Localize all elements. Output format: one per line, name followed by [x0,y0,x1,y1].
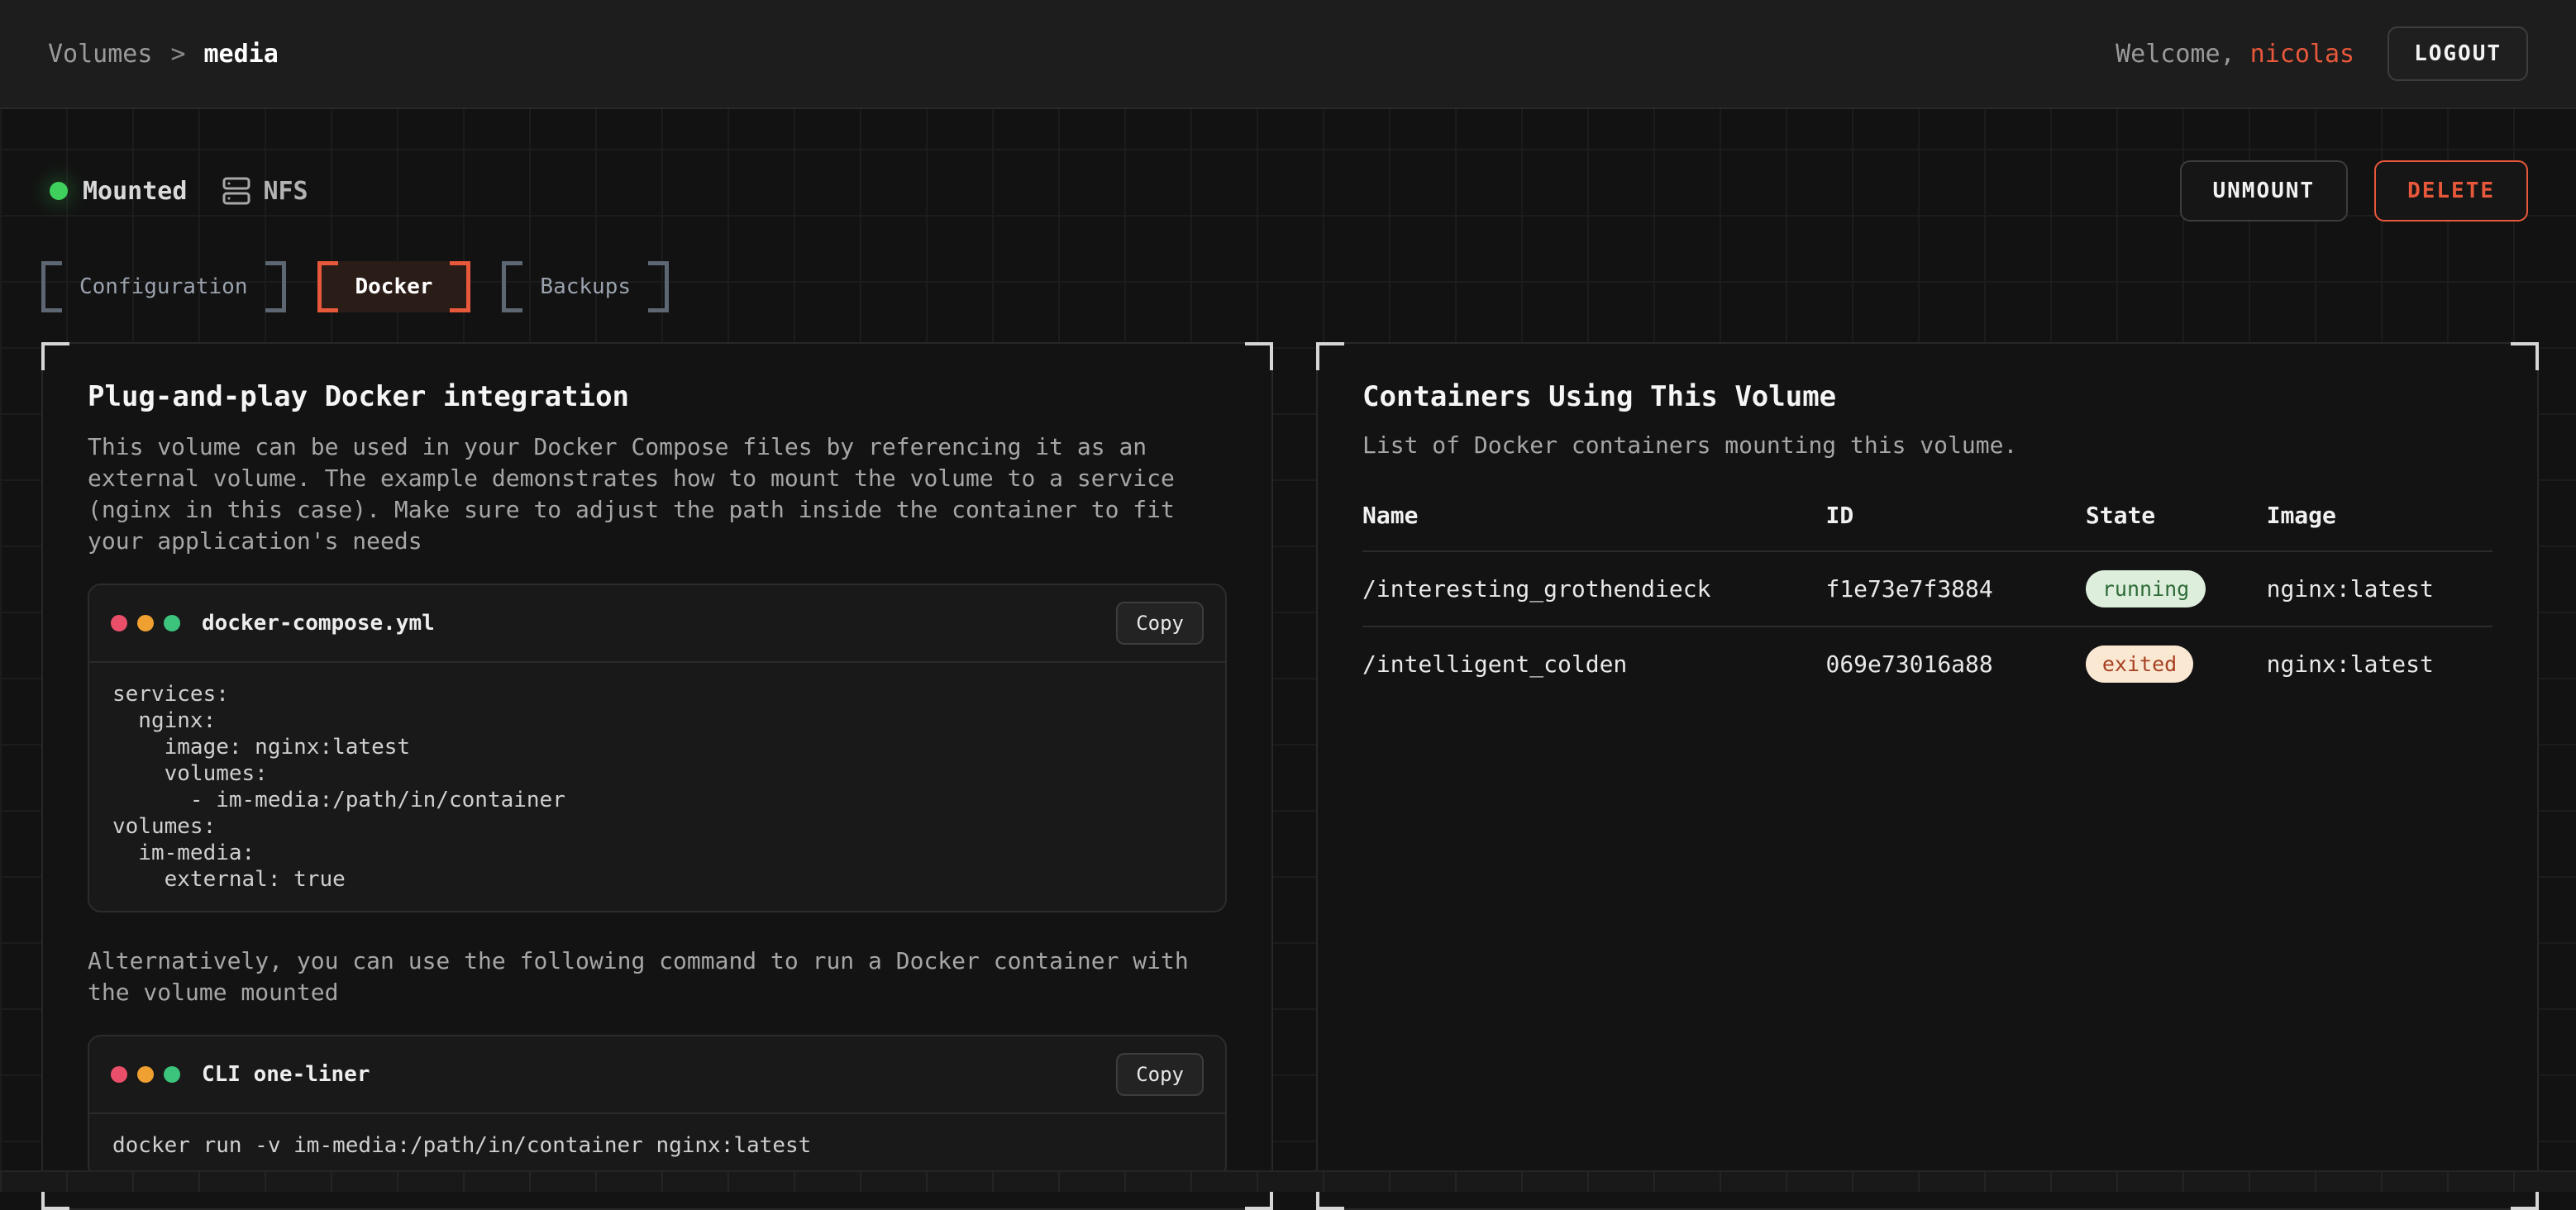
username: nicolas [2250,40,2354,69]
docker-integration-panel: Plug-and-play Docker integration This vo… [41,342,1273,1210]
welcome-text: Welcome, nicolas [2116,40,2354,69]
top-bar-right: Welcome, nicolas LOGOUT [2116,26,2528,81]
compose-code-header: docker-compose.yml Copy [89,585,1225,663]
code-line: services: [112,681,1202,707]
table-header-row: Name ID State Image [1362,502,2493,551]
cli-title: CLI one-liner [202,1062,1116,1087]
delete-button[interactable]: DELETE [2374,160,2528,222]
cli-code-body: docker run -v im-media:/path/in/containe… [89,1114,1225,1177]
server-icon [222,176,251,206]
traffic-lights-icon [111,615,180,631]
containers-table: Name ID State Image /interesting_grothen… [1362,502,2493,701]
cli-intro-text: Alternatively, you can use the following… [88,946,1227,1008]
corner-bracket [1245,342,1273,370]
tab-bar: Configuration Docker Backups [41,261,2576,312]
tab-docker[interactable]: Docker [317,261,471,312]
tab-backups[interactable]: Backups [502,261,669,312]
state-badge: exited [2086,645,2193,683]
logout-button[interactable]: LOGOUT [2388,26,2528,81]
main-content: Mounted NFS UNMOUNT DELETE Configuration… [0,109,2576,1192]
code-line: - im-media:/path/in/container [112,787,1202,813]
compose-filename: docker-compose.yml [202,611,1116,636]
welcome-prefix: Welcome, [2116,40,2250,69]
container-id: f1e73e7f3884 [1825,551,2085,626]
docker-panel-description: This volume can be used in your Docker C… [88,431,1227,557]
traffic-green-icon [164,1066,180,1083]
volume-actions: UNMOUNT DELETE [2180,160,2529,222]
container-name: /interesting_grothendieck [1362,551,1825,626]
mounted-status-label: Mounted [83,177,187,206]
compose-copy-button[interactable]: Copy [1116,602,1204,645]
containers-panel: Containers Using This Volume List of Doc… [1316,342,2539,1210]
breadcrumb-current-volume: media [204,40,279,69]
code-line: volumes: [112,813,1202,840]
compose-code-body: services: nginx: image: nginx:latest vol… [89,663,1225,911]
code-line: external: true [112,866,1202,893]
table-row: /intelligent_colden 069e73016a88 exited … [1362,626,2493,701]
column-header-state: State [2086,502,2267,551]
code-line: nginx: [112,707,1202,734]
corner-bracket [2511,342,2539,370]
top-bar: Volumes > media Welcome, nicolas LOGOUT [0,0,2576,109]
cli-code-block: CLI one-liner Copy docker run -v im-medi… [88,1035,1227,1179]
breadcrumb: Volumes > media [48,40,279,69]
column-header-id: ID [1825,502,2085,551]
status-row: Mounted NFS UNMOUNT DELETE [0,109,2576,222]
container-image: nginx:latest [2267,551,2493,626]
state-badge: running [2086,570,2206,607]
panels-row: Plug-and-play Docker integration This vo… [41,342,2539,1210]
table-row: /interesting_grothendieck f1e73e7f3884 r… [1362,551,2493,626]
bottom-edge-strip [0,1170,2576,1192]
cli-copy-button[interactable]: Copy [1116,1053,1204,1096]
code-line: im-media: [112,840,1202,866]
containers-panel-title: Containers Using This Volume [1362,380,2493,413]
driver-type-label: NFS [263,177,308,206]
container-id: 069e73016a88 [1825,626,2085,701]
tab-configuration[interactable]: Configuration [41,261,286,312]
container-image: nginx:latest [2267,626,2493,701]
traffic-lights-icon [111,1066,180,1083]
corner-bracket [1316,342,1344,370]
cli-code-header: CLI one-liner Copy [89,1036,1225,1114]
chevron-right-icon: > [170,40,185,69]
code-line: volumes: [112,760,1202,787]
containers-panel-subtitle: List of Docker containers mounting this … [1362,431,2493,459]
column-header-name: Name [1362,502,1825,551]
traffic-red-icon [111,615,127,631]
column-header-image: Image [2267,502,2493,551]
mounted-status-dot-icon [50,182,68,200]
traffic-amber-icon [137,615,154,631]
traffic-green-icon [164,615,180,631]
corner-bracket [41,342,69,370]
docker-panel-title: Plug-and-play Docker integration [88,380,1227,413]
container-name: /intelligent_colden [1362,626,1825,701]
traffic-amber-icon [137,1066,154,1083]
compose-code-block: docker-compose.yml Copy services: nginx:… [88,584,1227,912]
breadcrumb-volumes-link[interactable]: Volumes [48,40,152,69]
code-line: docker run -v im-media:/path/in/containe… [112,1132,1202,1159]
code-line: image: nginx:latest [112,734,1202,760]
traffic-red-icon [111,1066,127,1083]
unmount-button[interactable]: UNMOUNT [2180,160,2349,222]
